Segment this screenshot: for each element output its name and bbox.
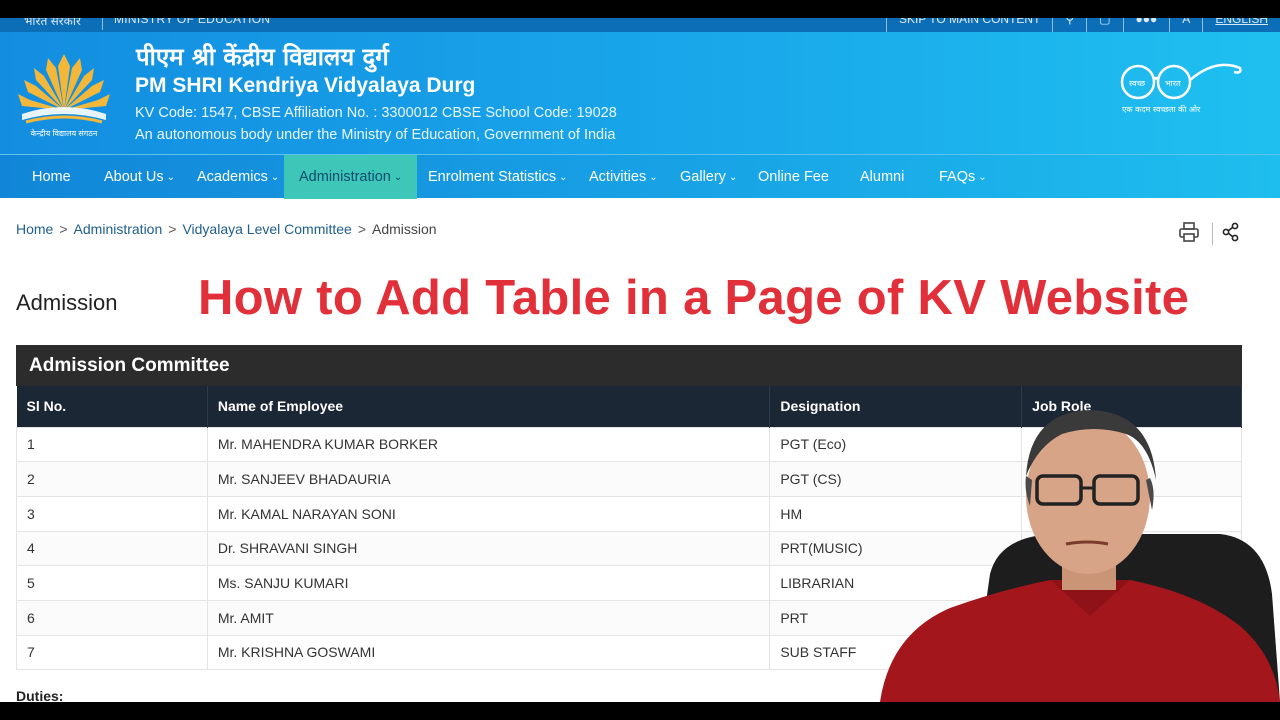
nav-label: Gallery xyxy=(680,169,726,185)
nav-gallery[interactable]: Gallery ⌄ xyxy=(680,155,737,199)
chevron-down-icon: ⌄ xyxy=(166,172,176,183)
cell-name: Dr. SHRAVANI SINGH xyxy=(206,530,771,567)
share-icon[interactable] xyxy=(1222,222,1240,242)
cell-sl-no: 4 xyxy=(16,530,208,567)
main-navigation: Home About Us ⌄ Academics ⌄ Administration… xyxy=(0,154,1280,199)
duties-heading: Duties: xyxy=(16,688,64,702)
column-header-name: Name of Employee xyxy=(207,386,771,427)
cell-sl-no: 3 xyxy=(16,495,208,532)
breadcrumb-separator: > xyxy=(59,221,68,237)
cell-sl-no: 6 xyxy=(16,599,208,636)
breadcrumb: Home > Administration > Vidyalaya Level Comm… xyxy=(16,221,437,237)
school-tagline: An autonomous body under the Ministry of… xyxy=(135,127,616,143)
toolbar-divider xyxy=(1212,223,1213,245)
chevron-down-icon: ⌄ xyxy=(393,172,403,183)
cell-name: Mr. KRISHNA GOSWAMI xyxy=(206,634,771,671)
cell-sl-no: 5 xyxy=(16,565,208,601)
browser-viewport: भारत सरकार MINISTRY OF EDUCATION SKIP TO… xyxy=(0,18,1280,702)
chevron-down-icon: ⌄ xyxy=(649,172,658,183)
nav-label: Online Fee xyxy=(758,169,829,185)
swachh-caption: एक कदम स्वच्छता की ओर xyxy=(1122,104,1201,114)
logo-caption: केन्द्रीय विद्यालय संगठन xyxy=(30,129,98,138)
chevron-down-icon: ⌄ xyxy=(978,172,987,183)
cell-sl-no: 7 xyxy=(16,634,208,671)
nav-faqs[interactable]: FAQs ⌄ xyxy=(939,155,987,199)
text-size-icon[interactable]: A xyxy=(1169,18,1202,32)
cell-name: Mr. MAHENDRA KUMAR BORKER xyxy=(206,426,771,463)
sitemap-icon[interactable]: ▢ xyxy=(1086,18,1122,32)
search-icon[interactable]: ⚲ xyxy=(1052,18,1086,32)
cell-sl-no: 2 xyxy=(16,461,208,497)
chevron-down-icon: ⌄ xyxy=(728,172,738,183)
breadcrumb-home[interactable]: Home xyxy=(16,221,53,237)
nav-administration[interactable]: Administration ⌄ xyxy=(284,155,418,199)
breadcrumb-separator: > xyxy=(168,221,177,237)
nav-activities[interactable]: Activities ⌄ xyxy=(589,155,658,199)
nav-label: Activities xyxy=(589,169,647,185)
top-bar-tools: SKIP TO MAIN CONTENT ⚲ ▢ ●●● A ENGLISH xyxy=(886,18,1280,32)
video-overlay-title: How to Add Table in a Page of KV Website xyxy=(198,271,1190,325)
nav-label: About Us xyxy=(104,169,164,185)
nav-label: FAQs xyxy=(939,169,976,185)
school-codes: KV Code: 1547, CBSE Affiliation No. : 33… xyxy=(135,105,617,121)
skip-to-main-link[interactable]: SKIP TO MAIN CONTENT xyxy=(886,18,1052,32)
ministry-label: MINISTRY OF EDUCATION xyxy=(114,18,271,26)
table-caption: Admission Committee xyxy=(16,345,1242,386)
nav-home[interactable]: Home xyxy=(32,155,71,199)
breadcrumb-current: Admission xyxy=(372,221,437,237)
chevron-down-icon: ⌄ xyxy=(270,172,280,183)
chevron-down-icon: ⌄ xyxy=(559,172,568,183)
column-header-sl-no: Sl No. xyxy=(16,386,208,427)
swachh-word-2: भारत xyxy=(1165,79,1181,88)
school-title-hindi: पीएम श्री केंद्रीय विद्यालय दुर्ग xyxy=(136,43,389,71)
nav-about-us[interactable]: About Us ⌄ xyxy=(104,155,175,199)
government-top-bar: भारत सरकार MINISTRY OF EDUCATION SKIP TO… xyxy=(0,18,1280,32)
nav-label: Home xyxy=(32,169,71,185)
presenter-webcam-overlay xyxy=(880,410,1280,702)
kvs-logo[interactable] xyxy=(14,48,114,140)
swachh-word-1: स्वच्छ xyxy=(1129,79,1146,88)
swachh-bharat-logo: स्वच्छ भारत एक कदम स्वच्छता की ओर xyxy=(1120,63,1242,114)
print-icon[interactable] xyxy=(1178,221,1200,243)
nav-enrolment-statistics[interactable]: Enrolment Statistics ⌄ xyxy=(428,155,568,199)
nav-label: Alumni xyxy=(860,169,905,185)
language-link[interactable]: ENGLISH xyxy=(1202,18,1280,32)
page-title: Admission xyxy=(16,290,118,315)
nav-label: Enrolment Statistics xyxy=(428,169,557,185)
school-title-english: PM SHRI Kendriya Vidyalaya Durg xyxy=(135,74,476,97)
breadcrumb-vidyalaya-level-committee[interactable]: Vidyalaya Level Committee xyxy=(182,221,351,237)
breadcrumb-administration[interactable]: Administration xyxy=(74,221,163,237)
nav-academics[interactable]: Academics ⌄ xyxy=(197,155,279,199)
cell-name: Ms. SANJU KUMARI xyxy=(206,565,771,601)
cell-name: Mr. AMIT xyxy=(206,599,771,636)
site-header: केन्द्रीय विद्यालय संगठन पीएम श्री केंद्… xyxy=(0,32,1280,154)
accessibility-icon[interactable]: ●●● xyxy=(1122,18,1170,32)
government-label: भारत सरकार xyxy=(24,18,81,28)
cell-name: Mr. KAMAL NARAYAN SONI xyxy=(206,495,771,532)
breadcrumb-separator: > xyxy=(357,221,367,237)
nav-alumni[interactable]: Alumni xyxy=(860,155,904,199)
cell-name: Mr. SANJEEV BHADAURIA xyxy=(206,461,771,497)
nav-label: Administration xyxy=(299,169,391,185)
nav-online-fee[interactable]: Online Fee xyxy=(758,155,829,199)
separator xyxy=(102,18,103,30)
cell-sl-no: 1 xyxy=(16,426,208,463)
nav-label: Academics xyxy=(197,169,268,185)
